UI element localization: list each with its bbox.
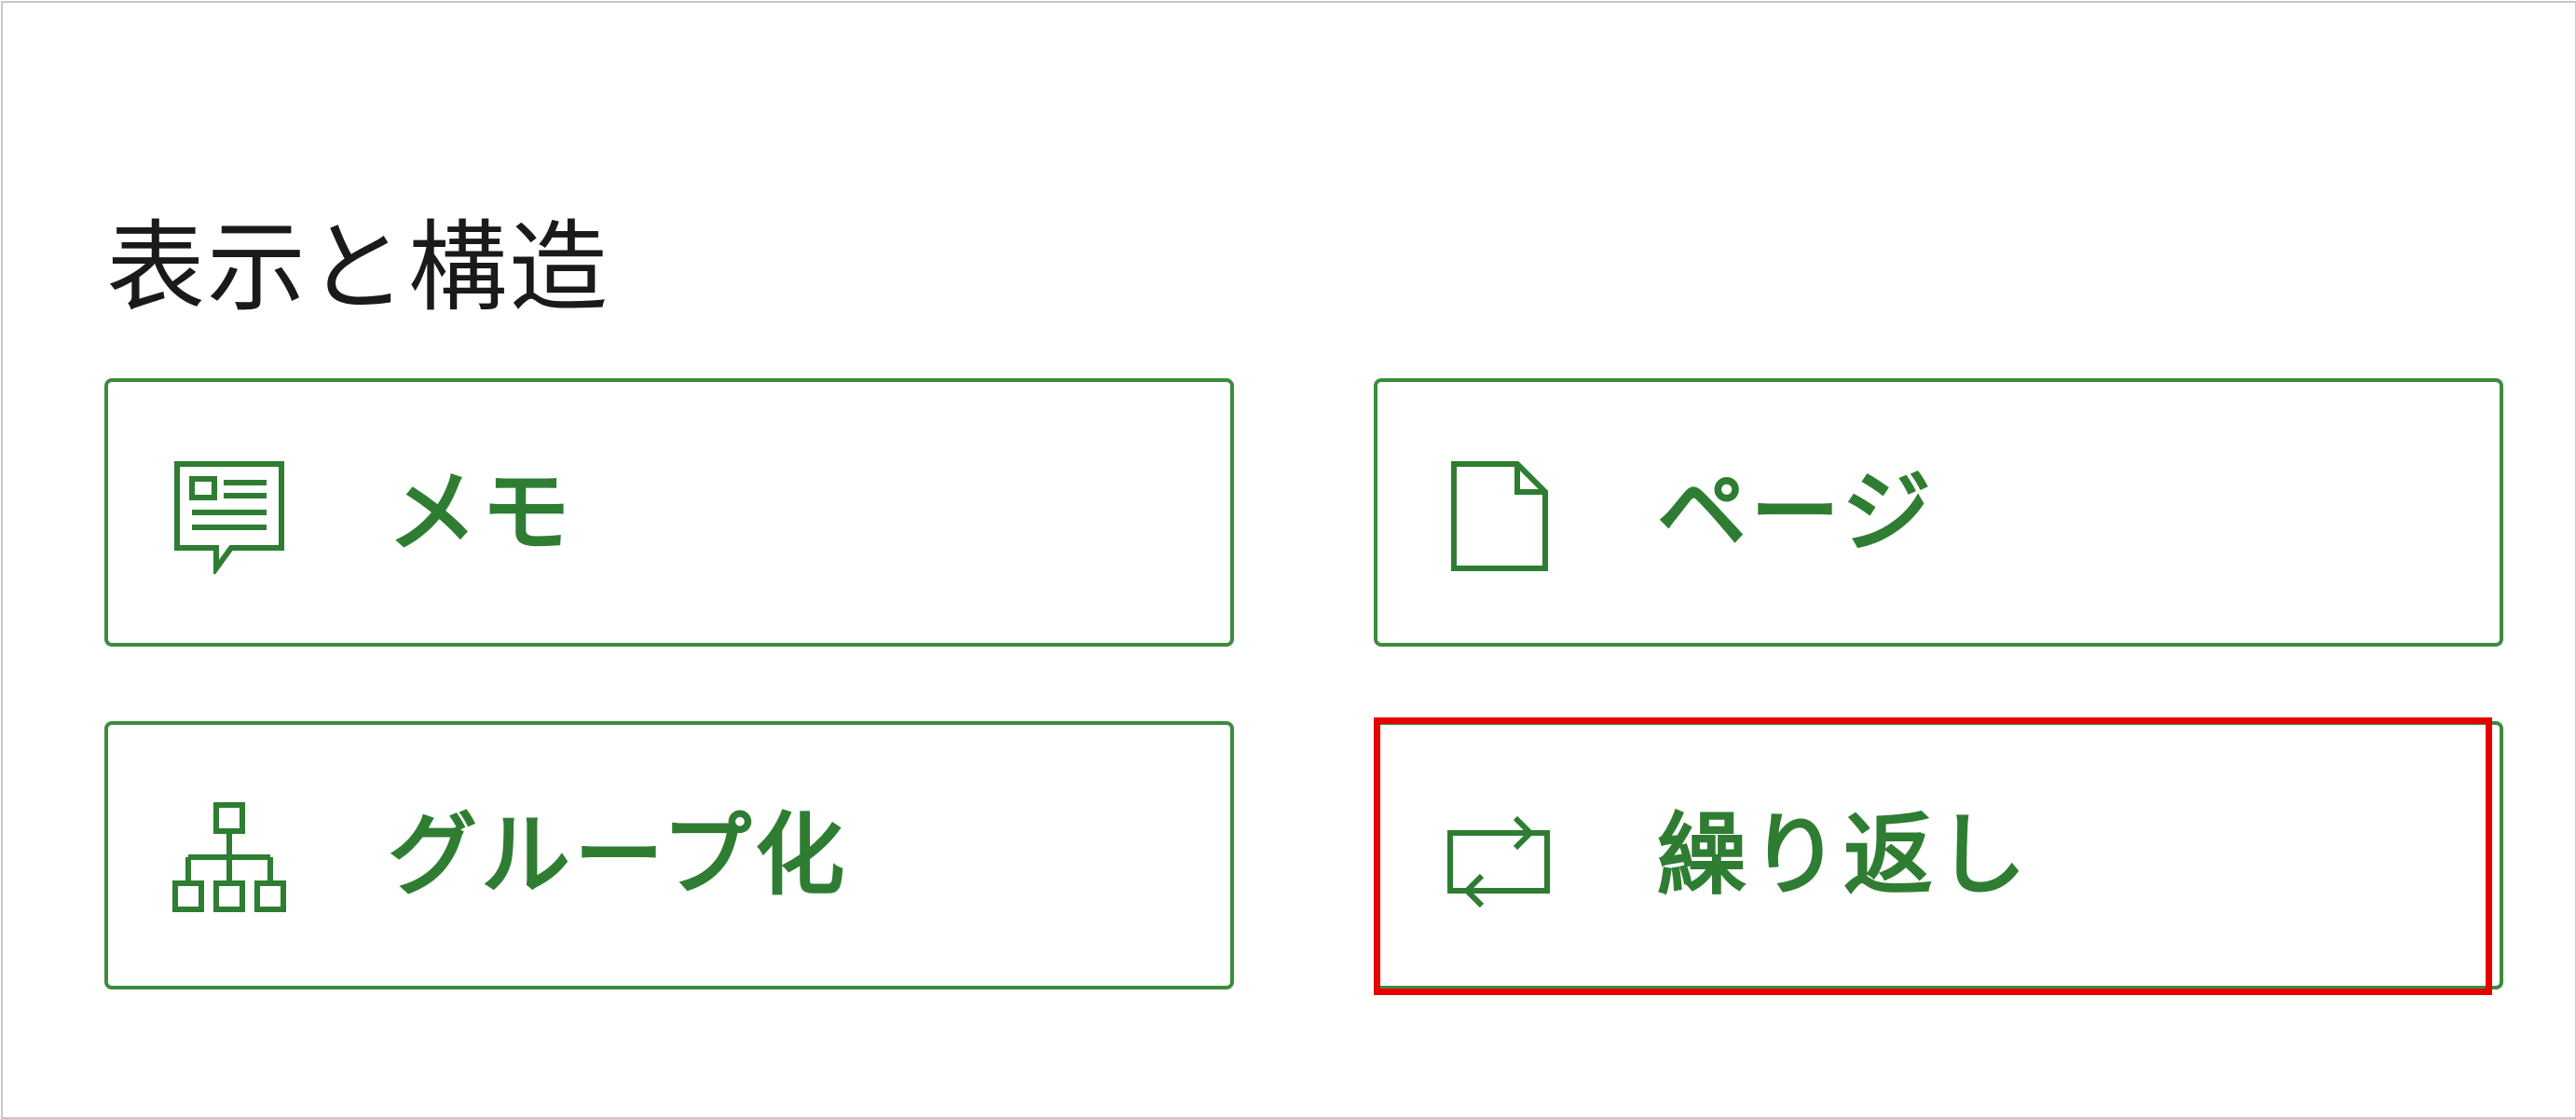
page-icon (1451, 461, 1548, 571)
repeat-icon (1447, 815, 1550, 908)
memo-label: メモ (388, 460, 574, 565)
group-icon (172, 802, 286, 912)
group-label: グループ化 (388, 803, 849, 907)
section-title: 表示と構造 (106, 211, 610, 325)
memo-button[interactable]: メモ (104, 378, 1234, 647)
page-label: ページ (1657, 460, 1936, 565)
repeat-button[interactable]: 繰り返し (1374, 721, 2503, 989)
page-button[interactable]: ページ (1374, 378, 2503, 647)
repeat-label: 繰り返し (1657, 803, 2030, 907)
group-button[interactable]: グループ化 (104, 721, 1234, 989)
memo-icon (174, 461, 284, 574)
